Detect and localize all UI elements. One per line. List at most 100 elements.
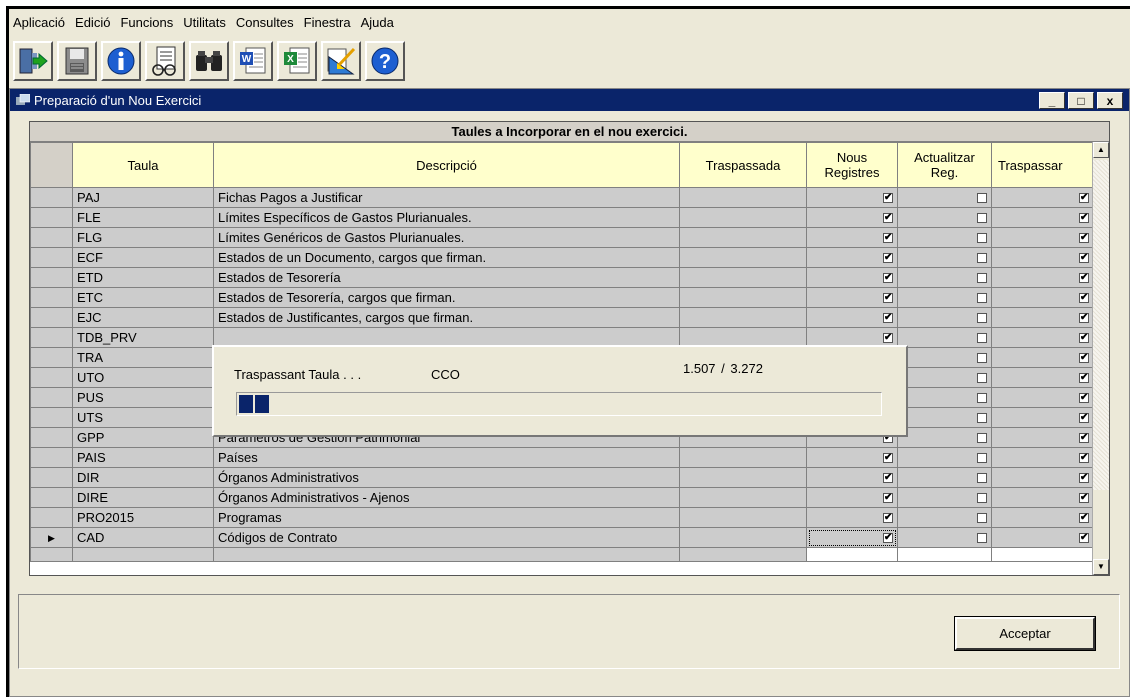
row-indicator[interactable]: [30, 447, 73, 468]
trsp-checkbox[interactable]: ✔: [1079, 453, 1089, 464]
cell-trsp[interactable]: ✔: [991, 387, 1094, 408]
vertical-scrollbar[interactable]: ▲ ▼: [1092, 142, 1109, 575]
nous-checkbox[interactable]: ✔: [883, 333, 893, 344]
cell-trsp[interactable]: ✔: [991, 327, 1094, 348]
row-indicator[interactable]: [30, 307, 73, 328]
trsp-checkbox[interactable]: ✔: [1079, 333, 1089, 344]
cell-descripcio[interactable]: Programas: [213, 507, 680, 528]
table-row[interactable]: PAIS Países ✔ ✔: [30, 447, 1094, 468]
cell-trsp[interactable]: ✔: [991, 447, 1094, 468]
table-row[interactable]: ETD Estados de Tesorería ✔ ✔: [30, 267, 1094, 288]
cell-taula[interactable]: PRO2015: [72, 507, 214, 528]
trsp-checkbox[interactable]: ✔: [1079, 413, 1089, 424]
cell-act[interactable]: [897, 247, 992, 268]
trsp-checkbox[interactable]: ✔: [1079, 253, 1089, 264]
row-indicator[interactable]: [30, 207, 73, 228]
cell-descripcio[interactable]: Estados de Tesorería: [213, 267, 680, 288]
cell-taula[interactable]: ETC: [72, 287, 214, 308]
cell-taula[interactable]: GPP: [72, 427, 214, 448]
chart-button[interactable]: [321, 41, 361, 81]
column-header-descripcio[interactable]: Descripció: [213, 142, 680, 188]
nous-checkbox[interactable]: ✔: [883, 493, 893, 504]
act-checkbox[interactable]: [977, 213, 987, 224]
cell-traspassada[interactable]: [679, 467, 807, 488]
act-checkbox[interactable]: [977, 233, 987, 244]
cell-nous[interactable]: ✔: [806, 247, 898, 268]
row-indicator[interactable]: [30, 487, 73, 508]
row-indicator[interactable]: [30, 467, 73, 488]
cell-act[interactable]: [897, 307, 992, 328]
row-indicator[interactable]: [30, 247, 73, 268]
cell-taula[interactable]: PUS: [72, 387, 214, 408]
cell-trsp[interactable]: ✔: [991, 507, 1094, 528]
scroll-down-arrow[interactable]: ▼: [1093, 559, 1109, 575]
row-indicator[interactable]: [30, 327, 73, 348]
row-indicator[interactable]: [30, 407, 73, 428]
cell-taula[interactable]: DIRE: [72, 487, 214, 508]
table-row[interactable]: ▶ CAD Códigos de Contrato ✔ ✔: [30, 527, 1094, 548]
minimize-button[interactable]: _: [1039, 92, 1065, 109]
cell-nous[interactable]: ✔: [806, 507, 898, 528]
cell-act[interactable]: [897, 447, 992, 468]
table-row[interactable]: DIR Órganos Administrativos ✔ ✔: [30, 467, 1094, 488]
trsp-checkbox[interactable]: ✔: [1079, 233, 1089, 244]
cell-nous[interactable]: ✔: [806, 487, 898, 508]
cell-descripcio[interactable]: Fichas Pagos a Justificar: [213, 187, 680, 208]
nous-checkbox[interactable]: ✔: [883, 273, 893, 284]
accept-button[interactable]: Acceptar: [954, 616, 1096, 651]
cell-trsp[interactable]: ✔: [991, 307, 1094, 328]
cell-taula[interactable]: UTS: [72, 407, 214, 428]
act-checkbox[interactable]: [977, 253, 987, 264]
cell-trsp[interactable]: ✔: [991, 347, 1094, 368]
cell-traspassada[interactable]: [679, 287, 807, 308]
cell-descripcio[interactable]: Límites Genéricos de Gastos Plurianuales…: [213, 227, 680, 248]
row-indicator[interactable]: [30, 347, 73, 368]
row-indicator[interactable]: [30, 267, 73, 288]
cell-traspassada[interactable]: [679, 267, 807, 288]
table-row[interactable]: DIRE Órganos Administrativos - Ajenos ✔ ✔: [30, 487, 1094, 508]
row-indicator[interactable]: ▶: [30, 527, 73, 548]
cell-nous[interactable]: ✔: [806, 307, 898, 328]
menu-ajuda[interactable]: Ajuda: [356, 15, 399, 30]
menu-finestra[interactable]: Finestra: [299, 15, 356, 30]
row-indicator[interactable]: [30, 227, 73, 248]
find-button[interactable]: [189, 41, 229, 81]
act-checkbox[interactable]: [977, 193, 987, 204]
act-checkbox[interactable]: [977, 453, 987, 464]
cell-act[interactable]: [897, 227, 992, 248]
cell-traspassada[interactable]: [679, 307, 807, 328]
trsp-checkbox[interactable]: ✔: [1079, 433, 1089, 444]
cell-nous[interactable]: ✔: [806, 527, 898, 548]
cell-act[interactable]: [897, 327, 992, 348]
cell-taula[interactable]: PAJ: [72, 187, 214, 208]
cell-taula[interactable]: UTO: [72, 367, 214, 388]
cell-taula[interactable]: EJC: [72, 307, 214, 328]
cell-traspassada[interactable]: [679, 527, 807, 548]
act-checkbox[interactable]: [977, 473, 987, 484]
word-export-button[interactable]: W: [233, 41, 273, 81]
menu-aplicacio[interactable]: Aplicació: [9, 15, 70, 30]
cell-trsp[interactable]: ✔: [991, 407, 1094, 428]
cell-trsp[interactable]: ✔: [991, 187, 1094, 208]
cell-traspassada[interactable]: [679, 227, 807, 248]
cell-act[interactable]: [897, 267, 992, 288]
cell-nous[interactable]: ✔: [806, 447, 898, 468]
column-header-traspassar[interactable]: Traspassar: [991, 142, 1094, 188]
row-indicator[interactable]: [30, 427, 73, 448]
cell-nous[interactable]: ✔: [806, 287, 898, 308]
nous-checkbox[interactable]: ✔: [883, 293, 893, 304]
act-checkbox[interactable]: [977, 313, 987, 324]
trsp-checkbox[interactable]: ✔: [1079, 473, 1089, 484]
cell-descripcio[interactable]: Países: [213, 447, 680, 468]
cell-descripcio[interactable]: Órganos Administrativos - Ajenos: [213, 487, 680, 508]
row-indicator[interactable]: [30, 387, 73, 408]
nous-checkbox[interactable]: ✔: [883, 313, 893, 324]
act-checkbox[interactable]: [977, 533, 987, 544]
trsp-checkbox[interactable]: ✔: [1079, 393, 1089, 404]
cell-descripcio[interactable]: Estados de un Documento, cargos que firm…: [213, 247, 680, 268]
cell-trsp[interactable]: ✔: [991, 207, 1094, 228]
trsp-checkbox[interactable]: ✔: [1079, 533, 1089, 544]
trsp-checkbox[interactable]: ✔: [1079, 493, 1089, 504]
menu-funcions[interactable]: Funcions: [115, 15, 178, 30]
act-checkbox[interactable]: [977, 373, 987, 384]
